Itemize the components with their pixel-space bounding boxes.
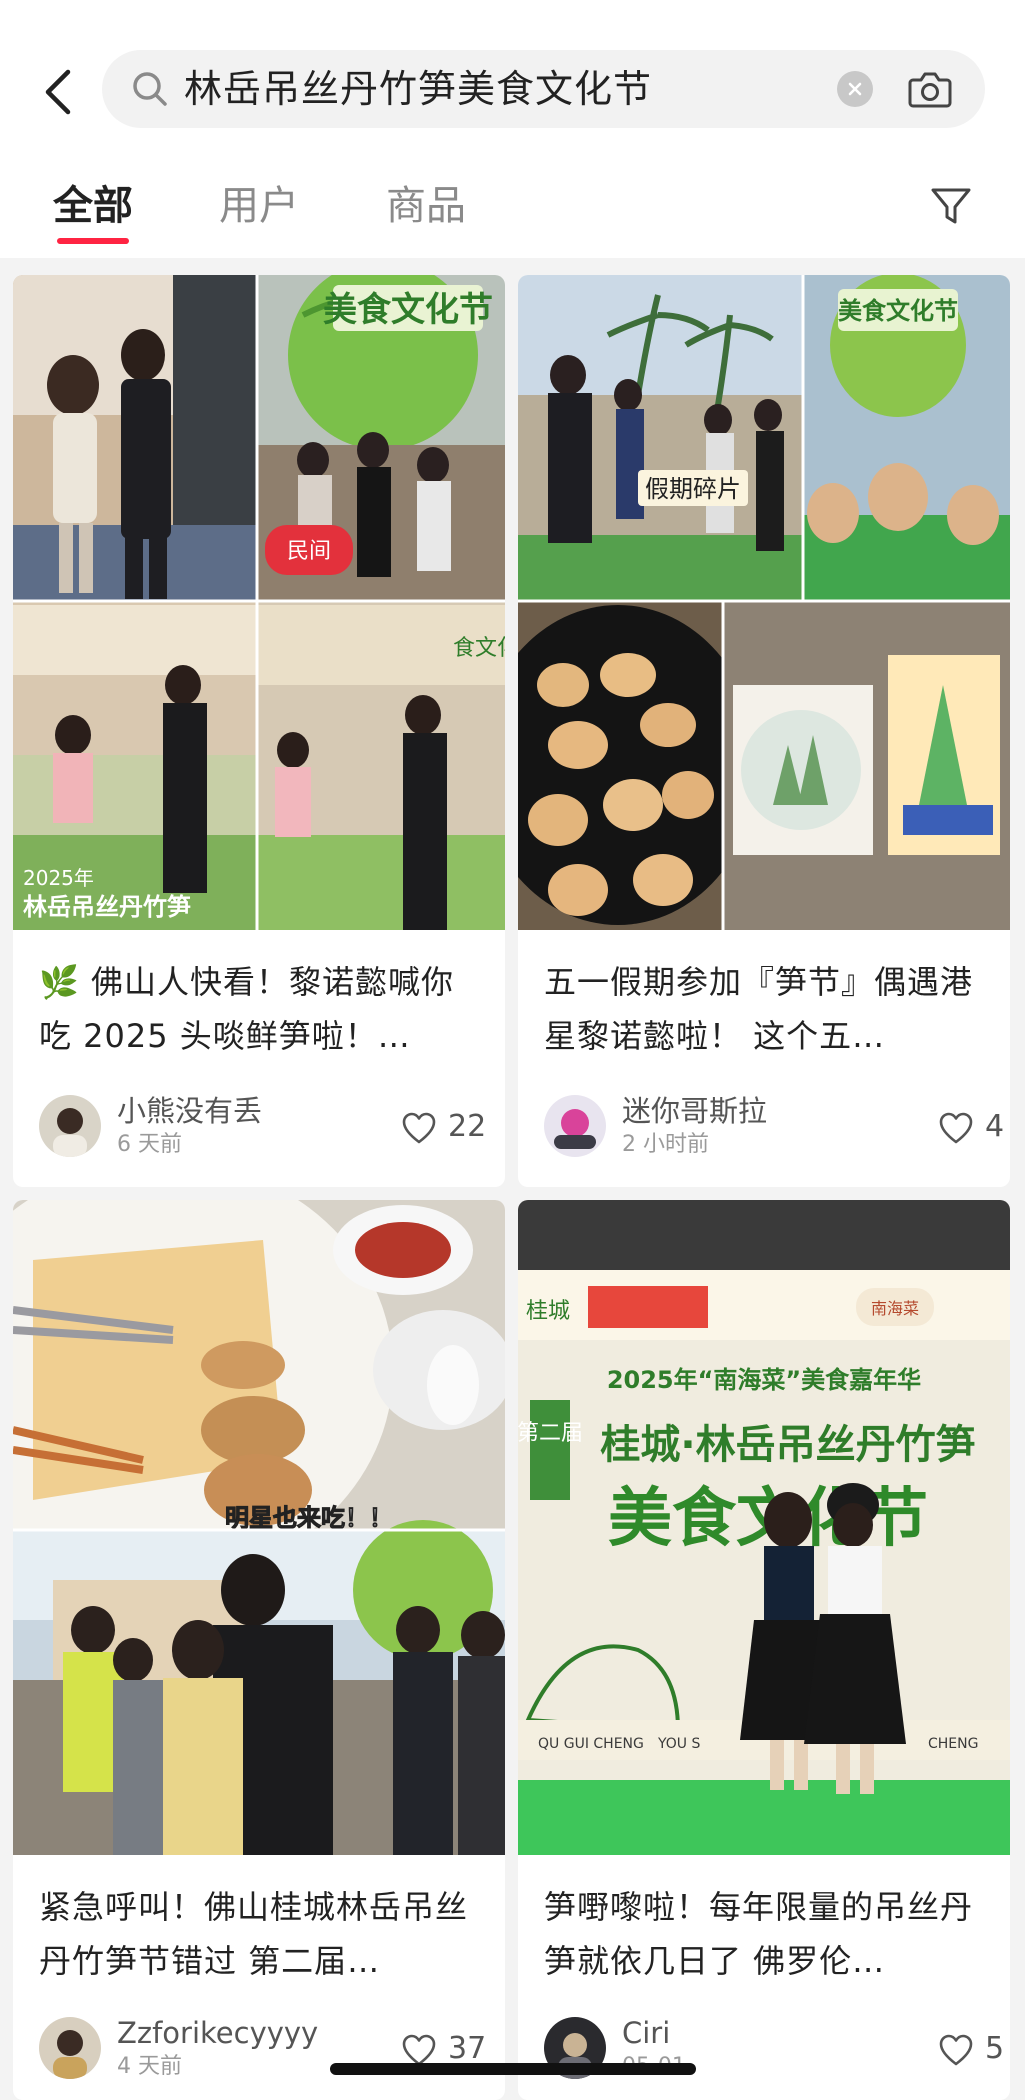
cover-text: 民间	[287, 539, 331, 564]
note-cover-image[interactable]: 假期碎片 美食文化节	[518, 275, 1010, 930]
cover-text: 美食文化节	[838, 297, 958, 325]
note-card[interactable]: 明星也来吃！！ 紧急呼叫！佛山桂城林岳吊丝丹竹笋节错过 第二届… Zzforik…	[13, 1200, 505, 2100]
cover-text: 2025年	[23, 866, 94, 890]
note-title[interactable]: 紧急呼叫！佛山桂城林岳吊丝丹竹笋节错过 第二届…	[39, 1880, 485, 1988]
filter-icon[interactable]	[929, 182, 973, 230]
cover-text: 南海菜	[871, 1299, 919, 1318]
cover-text: YOU S	[657, 1736, 701, 1752]
author-name[interactable]: 迷你哥斯拉	[622, 1093, 767, 1129]
cover-text: 明星也来吃！！	[225, 1504, 393, 1532]
avatar[interactable]	[544, 1095, 606, 1157]
cover-text: 桂城	[526, 1299, 570, 1324]
home-indicator[interactable]	[330, 2063, 696, 2075]
avatar[interactable]	[39, 1095, 101, 1157]
heart-icon[interactable]	[938, 1111, 974, 1145]
cover-text: QU GUI CHENG	[538, 1736, 644, 1752]
note-title[interactable]: 五一假期参加『笋节』偶遇港星黎诺懿啦！ 这个五…	[544, 955, 990, 1063]
note-title[interactable]: 笋嘢嚟啦！每年限量的吊丝丹笋就依几日了 佛罗伦…	[544, 1880, 990, 1988]
back-button[interactable]	[38, 62, 78, 122]
cover-text: 假期碎片	[645, 475, 741, 503]
heart-icon[interactable]	[401, 1111, 437, 1145]
cover-text: CHENG	[928, 1736, 978, 1752]
note-cover-image[interactable]: 桂城 南海菜 2025年“南海菜”美食嘉年华 第二届 桂城·林岳吊丝丹竹笋 美食…	[518, 1200, 1010, 1855]
cover-text: 桂城·林岳吊丝丹竹笋	[600, 1422, 975, 1468]
search-icon	[133, 72, 167, 106]
cover-text: 林岳吊丝丹竹笋	[23, 893, 191, 921]
post-time: 6 天前	[117, 1132, 182, 1157]
author-name[interactable]: Ciri	[622, 2015, 670, 2051]
author-row: 小熊没有丢 6 天前 22	[39, 1093, 486, 1159]
cover-text: 美食文化节	[323, 290, 493, 330]
post-time: 4 天前	[117, 2054, 182, 2079]
like-count: 22	[448, 1109, 487, 1144]
author-row: 迷你哥斯拉 2 小时前 4	[544, 1093, 1004, 1159]
note-card[interactable]: 美食文化节 民间 2025年 林岳吊丝丹竹笋 食文 🌿 佛山人快看！黎诺懿喊你吃…	[13, 275, 505, 1187]
note-cover-image[interactable]: 美食文化节 民间 2025年 林岳吊丝丹竹笋 食文	[13, 275, 505, 930]
search-bar[interactable]: 林岳吊丝丹竹笋美食文化节	[102, 50, 985, 128]
clear-icon	[848, 82, 862, 96]
camera-icon[interactable]	[907, 66, 953, 112]
tab-products[interactable]: 商品	[386, 180, 466, 232]
like-count: 4	[985, 1109, 1005, 1144]
search-input[interactable]: 林岳吊丝丹竹笋美食文化节	[184, 64, 652, 114]
note-title[interactable]: 🌿 佛山人快看！黎诺懿喊你吃 2025 头啖鲜笋啦！…	[39, 955, 485, 1063]
like-count: 5	[985, 2031, 1005, 2066]
clear-search-button[interactable]	[837, 71, 873, 107]
top-header: 林岳吊丝丹竹笋美食文化节 全部 用户 商品	[0, 0, 1025, 258]
heart-icon[interactable]	[401, 2033, 437, 2067]
post-time: 2 小时前	[622, 1132, 709, 1157]
cover-text: 2025年“南海菜”美食嘉年华	[607, 1366, 921, 1394]
chevron-left-icon	[45, 69, 71, 115]
avatar[interactable]	[39, 2017, 101, 2079]
author-name[interactable]: 小熊没有丢	[117, 1093, 262, 1129]
active-tab-indicator	[57, 238, 129, 244]
author-name[interactable]: Zzforikecyyyy	[117, 2015, 318, 2051]
note-card[interactable]: 假期碎片 美食文化节 五一假期参加『笋节』偶遇港星黎诺懿啦！ 这个五… 迷你哥斯…	[518, 275, 1010, 1187]
note-cover-image[interactable]: 明星也来吃！！	[13, 1200, 505, 1855]
heart-icon[interactable]	[938, 2033, 974, 2067]
tab-users[interactable]: 用户	[219, 180, 299, 232]
search-tabs: 全部 用户 商品	[0, 170, 1025, 250]
tab-all[interactable]: 全部	[53, 180, 133, 232]
cover-text: 第二届	[518, 1421, 583, 1446]
cover-text: 食文化节	[453, 636, 505, 661]
note-card[interactable]: 桂城 南海菜 2025年“南海菜”美食嘉年华 第二届 桂城·林岳吊丝丹竹笋 美食…	[518, 1200, 1010, 2100]
